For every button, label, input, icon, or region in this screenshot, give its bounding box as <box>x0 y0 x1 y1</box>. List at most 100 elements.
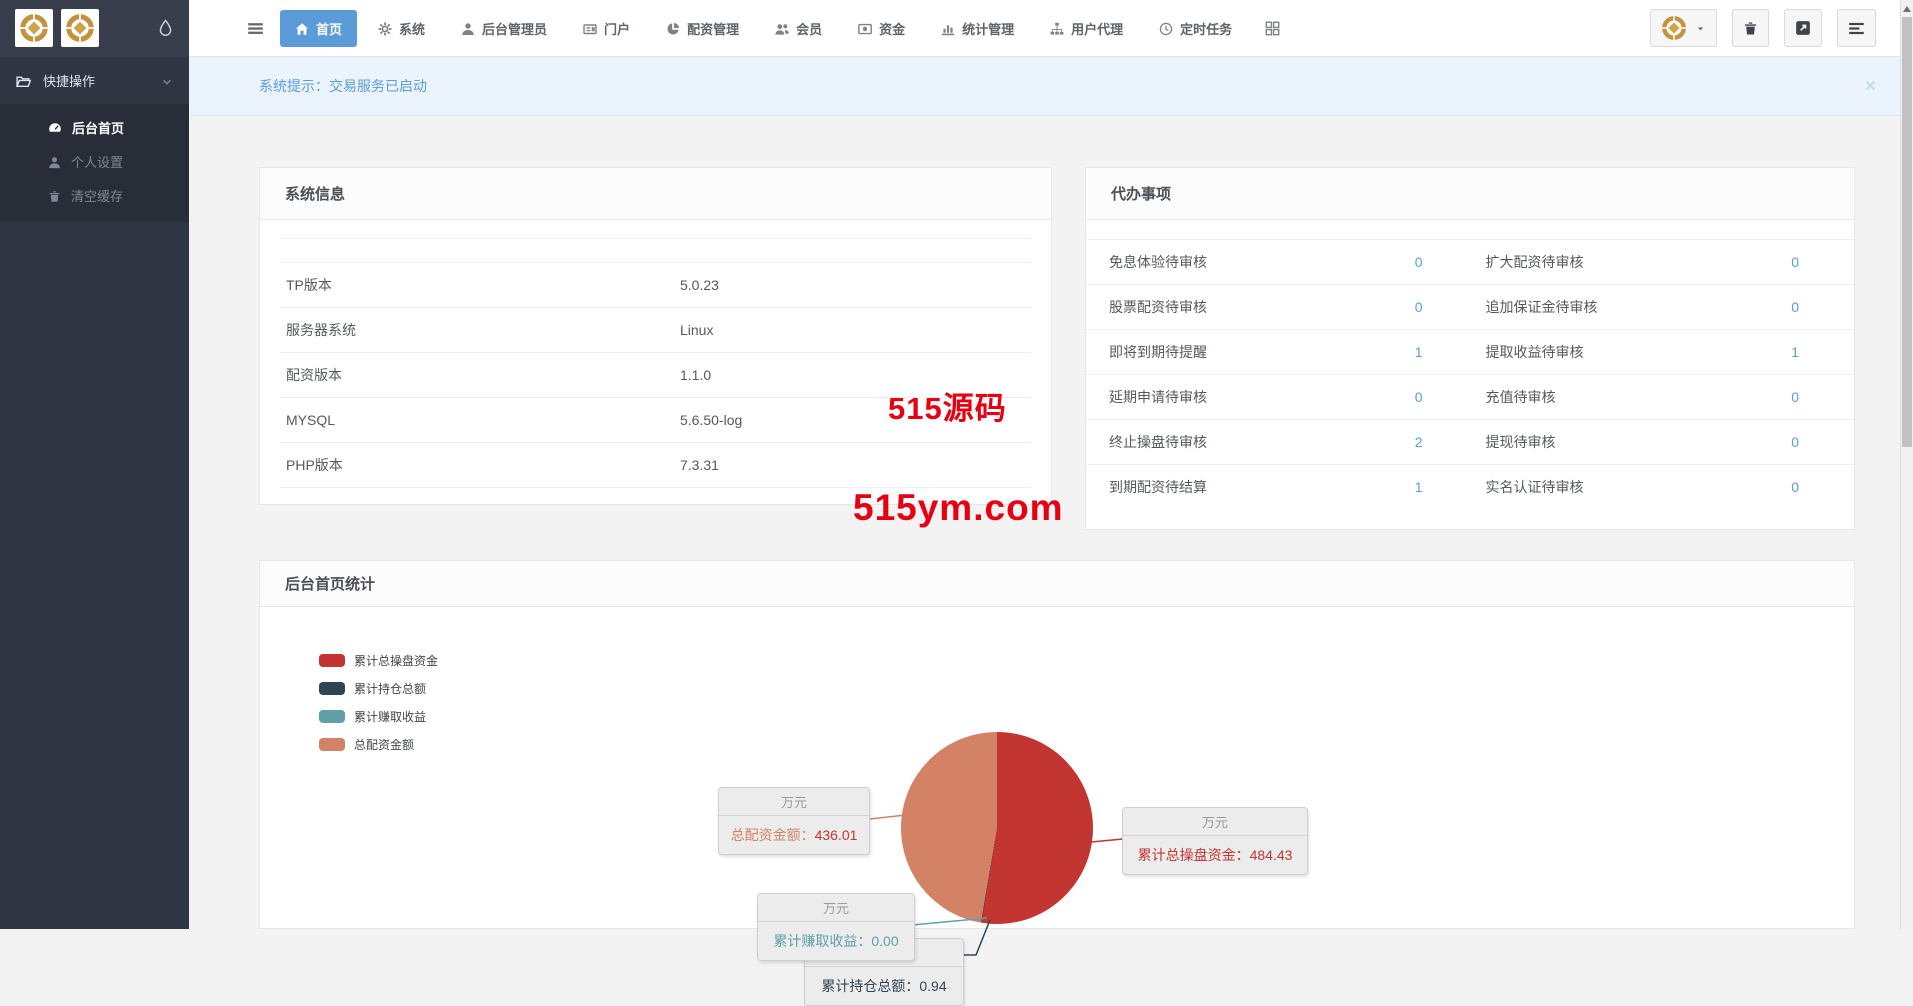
todo-count-link[interactable]: 1 <box>1791 344 1799 360</box>
pie-label-name: 累计赚取收益 <box>773 933 858 949</box>
nav-item-portal[interactable]: 门户 <box>568 10 645 47</box>
header-tools <box>1650 9 1876 47</box>
logo-area <box>0 0 189 57</box>
nav-more-button[interactable] <box>1253 11 1292 45</box>
nav-item-system[interactable]: 系统 <box>363 10 440 47</box>
todo-count-link[interactable]: 0 <box>1415 389 1423 405</box>
legend-item[interactable]: 累计总操盘资金 <box>319 652 438 669</box>
nav-item-statistics[interactable]: 统计管理 <box>926 10 1029 47</box>
avatar <box>1661 15 1687 41</box>
sidebar-item-clear-cache[interactable]: 清空缓存 <box>0 178 189 212</box>
table-row: 终止操盘待审核 2 提现待审核 0 <box>1086 419 1854 464</box>
money-icon <box>858 20 872 36</box>
log-menu-button[interactable] <box>1837 9 1876 47</box>
bar-chart-icon <box>941 20 955 36</box>
sidebar-submenu: 后台首页 个人设置 清空缓存 <box>0 104 189 222</box>
legend-item[interactable]: 累计赚取收益 <box>319 708 438 725</box>
todo-count-link[interactable]: 1 <box>1415 344 1423 360</box>
row-value: 5.6.50-log <box>680 412 743 428</box>
legend-item[interactable]: 总配资金额 <box>319 736 438 753</box>
panel-title: 系统信息 <box>260 168 1051 220</box>
system-info-table: TP版本 5.0.23 服务器系统 Linux 配资版本 1.1.0 MYSQL 5.6… <box>260 220 1051 488</box>
todo-label: 即将到期待提醒 <box>1109 344 1207 360</box>
table-row: PHP版本 7.3.31 <box>280 443 1031 488</box>
folder-open-icon <box>16 72 31 88</box>
nav-item-admins[interactable]: 后台管理员 <box>446 10 562 47</box>
table-row: 免息体验待审核 0 扩大配资待审核 0 <box>1086 239 1854 284</box>
gear-icon <box>378 20 392 36</box>
todo-count-link[interactable]: 2 <box>1415 434 1423 450</box>
nav-label: 用户代理 <box>1071 21 1124 37</box>
todo-label: 延期申请待审核 <box>1109 389 1207 405</box>
todo-cell: 追加保证金待审核 0 <box>1478 285 1855 329</box>
sidebar-item-profile[interactable]: 个人设置 <box>0 144 189 178</box>
todo-panel: 代办事项 免息体验待审核 0 扩大配资待审核 0 股票配资待审核 0 追加保证金待审核… <box>1085 167 1855 530</box>
sidebar-item-label: 清空缓存 <box>71 188 124 204</box>
legend-item[interactable]: 累计持仓总额 <box>319 680 438 697</box>
row-value: Linux <box>680 322 714 338</box>
todo-count-link[interactable]: 0 <box>1791 389 1799 405</box>
scrollbar[interactable] <box>1900 0 1913 929</box>
table-row: 股票配资待审核 0 追加保证金待审核 0 <box>1086 284 1854 329</box>
main-nav: 首页 系统 后台管理员 门户 配资管理 会员 资金 统计管理 用户代理 定时任务 <box>280 9 1292 47</box>
todo-count-link[interactable]: 1 <box>1415 479 1423 495</box>
pie-chart[interactable] <box>901 732 1093 924</box>
legend-label: 累计持仓总额 <box>354 682 427 696</box>
nav-label: 后台管理员 <box>482 21 548 37</box>
user-icon <box>461 20 475 36</box>
legend-swatch <box>319 654 345 667</box>
todo-count-link[interactable]: 0 <box>1791 254 1799 270</box>
trash-icon <box>48 187 61 202</box>
pie-label-value: 484.43 <box>1249 847 1293 863</box>
todo-count-link[interactable]: 0 <box>1791 299 1799 315</box>
sidebar-toggle-button[interactable] <box>247 20 264 37</box>
grid-icon <box>1265 20 1280 35</box>
sidebar-item-label: 个人设置 <box>71 154 124 170</box>
alert-close-button[interactable]: × <box>1865 77 1876 96</box>
home-icon <box>295 20 309 36</box>
watermark-url: 515ym.com <box>853 487 1064 528</box>
legend-label: 累计总操盘资金 <box>354 654 439 668</box>
nav-item-allocation[interactable]: 配资管理 <box>651 10 754 47</box>
sidebar-group-quick-ops[interactable]: 快捷操作 <box>0 57 189 104</box>
row-value: 1.1.0 <box>680 367 712 383</box>
row-value: 5.0.23 <box>680 277 719 293</box>
todo-cell: 终止操盘待审核 2 <box>1086 420 1478 464</box>
todo-label: 终止操盘待审核 <box>1109 434 1207 450</box>
row-value: 7.3.31 <box>680 457 719 473</box>
table-row: TP版本 5.0.23 <box>280 263 1031 308</box>
pie-label-total-operating-funds: 万元 累计总操盘资金：484.43 <box>1122 807 1308 875</box>
todo-list: 免息体验待审核 0 扩大配资待审核 0 股票配资待审核 0 追加保证金待审核 0 即将到… <box>1086 220 1854 509</box>
todo-cell: 实名认证待审核 0 <box>1478 465 1855 509</box>
scrollbar-thumb[interactable] <box>1902 17 1912 447</box>
nav-item-members[interactable]: 会员 <box>760 10 837 47</box>
legend-label: 累计赚取收益 <box>354 710 427 724</box>
trash-icon <box>1743 20 1758 36</box>
nav-item-agents[interactable]: 用户代理 <box>1035 10 1138 47</box>
todo-label: 充值待审核 <box>1485 389 1556 405</box>
nav-label: 定时任务 <box>1180 21 1233 37</box>
todo-cell: 扩大配资待审核 0 <box>1478 240 1855 284</box>
todo-count-link[interactable]: 0 <box>1415 299 1423 315</box>
todo-count-link[interactable]: 0 <box>1791 434 1799 450</box>
sidebar-group-label: 快捷操作 <box>43 74 96 89</box>
row-label: PHP版本 <box>286 457 343 473</box>
nav-item-funds[interactable]: 资金 <box>843 10 920 47</box>
todo-label: 提现待审核 <box>1485 434 1556 450</box>
pie-label-name: 累计总操盘资金 <box>1137 847 1236 863</box>
fullscreen-button[interactable] <box>1784 9 1822 47</box>
table-row: 服务器系统 Linux <box>280 308 1031 353</box>
user-menu-button[interactable] <box>1650 9 1717 47</box>
clear-cache-button[interactable] <box>1732 9 1769 47</box>
todo-label: 提取收益待审核 <box>1485 344 1584 360</box>
todo-count-link[interactable]: 0 <box>1415 254 1423 270</box>
users-icon <box>775 20 789 36</box>
nav-item-home[interactable]: 首页 <box>280 9 358 47</box>
sidebar-item-dashboard[interactable]: 后台首页 <box>0 110 189 144</box>
nav-item-cron[interactable]: 定时任务 <box>1144 10 1247 47</box>
sidebar: 快捷操作 后台首页 个人设置 清空缓存 <box>0 57 189 929</box>
todo-count-link[interactable]: 0 <box>1791 479 1799 495</box>
todo-label: 股票配资待审核 <box>1109 299 1207 315</box>
todo-label: 实名认证待审核 <box>1485 479 1584 495</box>
droplet-icon <box>157 19 174 37</box>
